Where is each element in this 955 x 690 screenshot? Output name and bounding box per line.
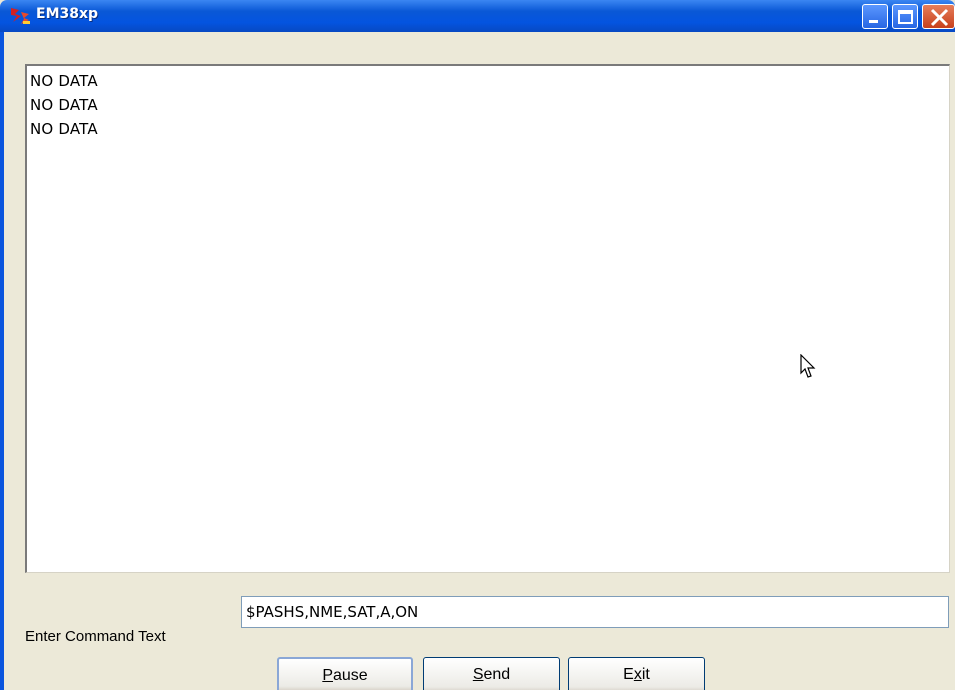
output-line: NO DATA — [30, 72, 98, 90]
exit-label-pre: E — [623, 666, 634, 683]
window-title: EM38xp — [36, 6, 99, 22]
pause-button[interactable]: Pause — [277, 657, 413, 690]
mouse-pointer-icon — [800, 354, 816, 378]
maximize-button[interactable] — [892, 4, 918, 29]
output-textarea[interactable]: NO DATA NO DATA NO DATA — [25, 64, 950, 573]
exit-button[interactable]: Exit — [568, 657, 705, 690]
exit-label: it — [641, 666, 650, 683]
output-line: NO DATA — [30, 120, 98, 138]
maximize-icon — [898, 10, 913, 24]
send-label: end — [483, 666, 511, 683]
send-button[interactable]: Send — [423, 657, 560, 690]
minimize-icon — [869, 20, 878, 23]
title-bar[interactable]: EM38xp — [0, 0, 955, 32]
send-mnemonic: S — [472, 666, 484, 683]
pause-label: ause — [332, 667, 368, 684]
output-line: NO DATA — [30, 96, 98, 114]
app-icon — [11, 8, 30, 24]
close-button[interactable] — [922, 4, 955, 29]
command-input[interactable] — [241, 596, 949, 628]
minimize-button[interactable] — [862, 4, 888, 29]
exit-mnemonic: x — [633, 666, 642, 683]
close-icon — [930, 8, 949, 27]
window-frame — [0, 32, 4, 690]
pause-mnemonic: P — [322, 667, 333, 684]
command-label: Enter Command Text — [25, 628, 166, 645]
em38xp-window: EM38xp NO DATA NO DATA NO DATA Enter Com… — [0, 0, 955, 690]
